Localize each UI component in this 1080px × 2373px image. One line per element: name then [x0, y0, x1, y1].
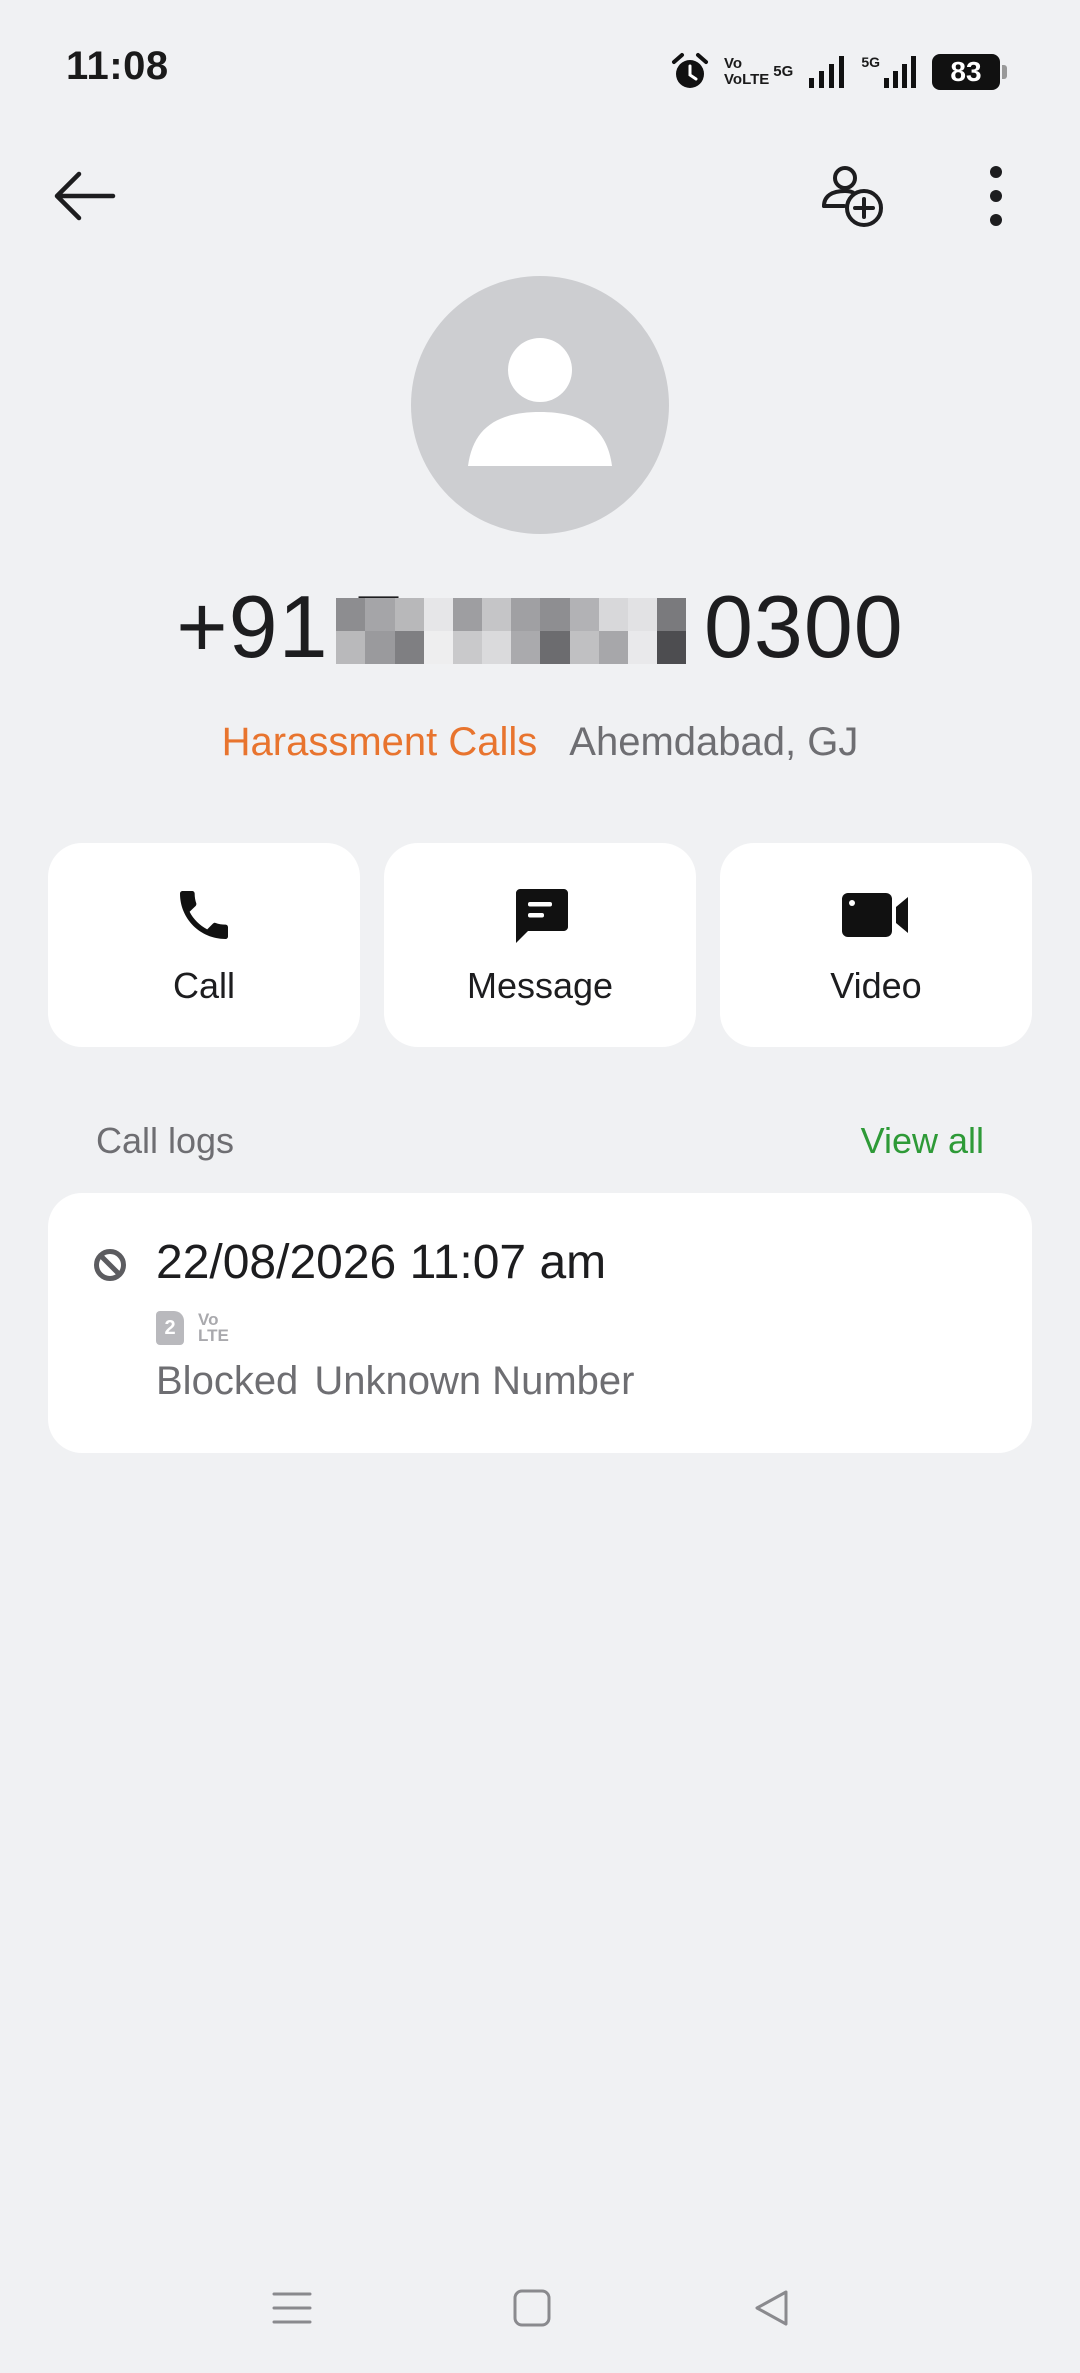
- status-bar: 11:08 Vo VoLTE 5G 5G 83: [0, 0, 1080, 140]
- call-logs-title: Call logs: [96, 1120, 235, 1161]
- battery-level: 83: [950, 56, 982, 87]
- call-log-sim-info: 2 Vo LTE: [156, 1311, 229, 1345]
- more-options-button[interactable]: [948, 148, 1044, 244]
- more-vertical-icon: [990, 166, 1002, 226]
- blocked-icon: [92, 1247, 128, 1288]
- view-all-link[interactable]: View all: [861, 1120, 984, 1162]
- sim-number: 2: [164, 1316, 176, 1339]
- harassment-tag: Harassment Calls: [221, 720, 538, 764]
- call-status: Blocked: [156, 1359, 299, 1403]
- call-log-status: Blocked Unknown Number: [156, 1359, 634, 1404]
- call-logs-header: Call logs View all: [96, 1120, 984, 1162]
- signal-icon: [807, 54, 847, 90]
- call-button[interactable]: Call: [48, 843, 360, 1047]
- home-button[interactable]: [496, 2276, 568, 2340]
- volte-label: Vo LTE: [198, 1310, 229, 1345]
- phone-icon: [180, 891, 228, 939]
- arrow-left-icon: [54, 171, 116, 221]
- action-buttons: Call Message Video: [48, 843, 1032, 1047]
- recent-apps-button[interactable]: [256, 2276, 328, 2340]
- video-button[interactable]: Video: [720, 843, 1032, 1047]
- battery-icon: 83: [932, 54, 1007, 90]
- location-label: Ahemdabad, GJ: [569, 720, 859, 764]
- video-icon: [842, 893, 908, 937]
- home-icon: [513, 2289, 551, 2327]
- sim-card-icon: 2: [156, 1311, 184, 1345]
- add-contact-icon: [822, 166, 883, 227]
- message-label: Message: [466, 965, 614, 1006]
- message-button[interactable]: Message: [384, 843, 696, 1047]
- avatar: [411, 276, 669, 534]
- signal-5g-icon: 5G: [861, 54, 918, 90]
- system-back-button[interactable]: [736, 2276, 808, 2340]
- menu-icon: [272, 2292, 312, 2324]
- status-time: 11:08: [66, 44, 169, 88]
- message-icon: [516, 889, 568, 943]
- back-triangle-icon: [755, 2290, 788, 2326]
- call-log-entry[interactable]: 22/08/2026 11:07 am 2 Vo LTE Blocked Unkn…: [48, 1193, 1032, 1453]
- number-redaction: [336, 598, 687, 664]
- video-label: Video: [830, 965, 922, 1006]
- back-button[interactable]: [36, 148, 132, 244]
- call-label: Call: [172, 965, 235, 1006]
- alarm-icon: [670, 52, 710, 92]
- person-icon: [468, 338, 612, 466]
- call-type: Unknown Number: [314, 1359, 635, 1403]
- status-icons: Vo VoLTE 5G 5G 83: [670, 48, 1007, 96]
- phone-number: +91 7 0300: [0, 576, 1080, 678]
- call-log-datetime: 22/08/2026 11:07 am: [156, 1236, 607, 1289]
- add-contact-button[interactable]: [804, 148, 900, 244]
- volte-icon: Vo VoLTE 5G: [724, 55, 794, 88]
- contact-subtitle: Harassment Calls Ahemdabad, GJ: [0, 720, 1080, 765]
- network-5g-tag: 5G: [773, 63, 794, 80]
- navigation-bar: [0, 2260, 1080, 2356]
- phone-number-suffix: 0300: [703, 577, 904, 676]
